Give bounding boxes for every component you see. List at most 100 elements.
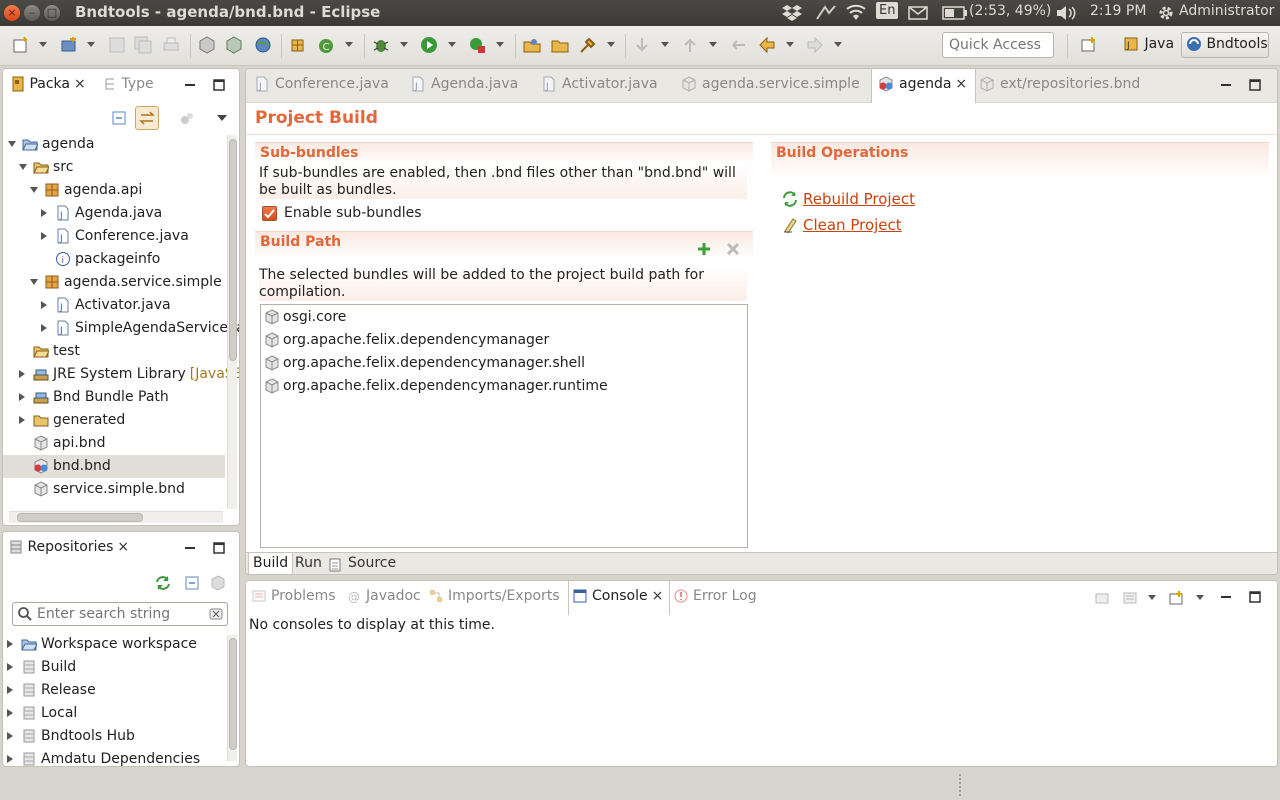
tree-item-test[interactable]: test <box>3 340 225 363</box>
new-java-class-icon[interactable]: C <box>317 36 335 54</box>
gear-icon[interactable] <box>1157 4 1175 22</box>
open-console-icon[interactable] <box>1168 590 1184 606</box>
editor-tab-agenda[interactable]: agenda × <box>871 69 977 103</box>
back-arrow-icon[interactable] <box>758 36 776 54</box>
tree-horizontal-scrollbar[interactable] <box>9 511 223 523</box>
tree-item-agenda[interactable]: agenda <box>3 133 225 156</box>
bundle-row[interactable]: org.apache.felix.dependencymanager <box>264 329 549 352</box>
expand-toggle-icon[interactable] <box>8 133 22 156</box>
save-icon[interactable] <box>108 36 126 54</box>
window-minimize-button[interactable]: – <box>24 5 40 21</box>
mail-notify-icon[interactable] <box>815 4 837 22</box>
editor-tab-conference-java[interactable]: J Conference.java <box>254 76 389 92</box>
chevron-down-icon[interactable] <box>786 42 794 47</box>
view-menu-icon[interactable] <box>216 113 228 123</box>
tab-package-explorer[interactable]: Packa × <box>11 76 86 92</box>
bundle-row[interactable]: org.apache.felix.dependencymanager.shell <box>264 352 585 375</box>
dropbox-icon[interactable] <box>782 4 802 22</box>
expand-toggle-icon[interactable] <box>41 294 55 317</box>
clean-project-link[interactable]: Clean Project <box>803 216 902 234</box>
save-all-icon[interactable] <box>134 36 152 54</box>
volume-icon[interactable] <box>1055 5 1077 21</box>
next-annotation-icon[interactable] <box>633 36 651 54</box>
expand-toggle-icon[interactable] <box>41 202 55 225</box>
repository-item[interactable]: Local <box>7 702 77 725</box>
expand-toggle-icon[interactable] <box>19 386 33 409</box>
chevron-down-icon[interactable] <box>87 42 95 47</box>
tree-item-bnd-bnd[interactable]: bnd.bnd <box>3 455 225 478</box>
minimize-icon[interactable] <box>1220 79 1232 91</box>
collapse-all-icon[interactable] <box>184 575 200 591</box>
chevron-down-icon[interactable] <box>1148 595 1156 600</box>
editor-tab-agenda-service-simple[interactable]: agenda.service.simple <box>681 76 860 92</box>
tab-console[interactable]: Console × <box>568 581 671 615</box>
expand-toggle-icon[interactable] <box>19 409 33 432</box>
collapse-all-icon[interactable] <box>111 110 127 126</box>
repository-item[interactable]: Bndtools Hub <box>7 725 135 748</box>
editor-tab-activator-java[interactable]: J Activator.java <box>541 76 658 92</box>
run-icon[interactable] <box>420 36 438 54</box>
refresh-icon[interactable] <box>154 574 172 592</box>
tree-item-simpleagendaservice-java[interactable]: J SimpleAgendaService.java <box>3 317 239 340</box>
scrollbar-thumb[interactable] <box>17 513 143 522</box>
prev-annotation-icon[interactable] <box>681 36 699 54</box>
minimize-icon[interactable] <box>184 542 196 554</box>
editor-tab-agenda-java[interactable]: J Agenda.java <box>410 76 518 92</box>
clear-search-icon[interactable] <box>209 607 223 621</box>
new-bnd-bundle-icon[interactable] <box>198 36 216 54</box>
repository-item[interactable]: Amdatu Dependencies <box>7 748 200 766</box>
keyboard-layout-indicator[interactable]: En <box>876 2 899 19</box>
tab-source[interactable]: Source <box>344 553 400 574</box>
search-icon[interactable] <box>579 36 597 54</box>
minimize-icon[interactable] <box>184 79 196 91</box>
maximize-icon[interactable] <box>213 542 225 554</box>
maximize-icon[interactable] <box>1249 79 1261 91</box>
perspective-bndtools[interactable]: Bndtools <box>1181 32 1269 58</box>
tab-run[interactable]: Run <box>291 553 326 574</box>
expand-toggle-icon[interactable] <box>7 633 21 656</box>
open-type-icon[interactable] <box>523 36 541 54</box>
close-icon[interactable]: × <box>955 76 967 92</box>
open-perspective-icon[interactable] <box>1080 36 1098 54</box>
expand-toggle-icon[interactable] <box>30 271 44 294</box>
chevron-down-icon[interactable] <box>345 42 353 47</box>
perspective-java[interactable]: J Java <box>1118 32 1178 58</box>
expand-toggle-icon[interactable] <box>30 179 44 202</box>
remove-bundle-icon[interactable] <box>726 242 740 256</box>
release-bundles-icon[interactable] <box>225 36 243 54</box>
debug-icon[interactable] <box>372 36 390 54</box>
tab-imports-exports[interactable]: Imports/Exports <box>429 588 560 604</box>
chevron-down-icon[interactable] <box>400 42 408 47</box>
tree-item-activator-java[interactable]: J Activator.java <box>3 294 225 317</box>
tab-problems[interactable]: Problems <box>252 588 336 604</box>
tree-item-conference-java[interactable]: J Conference.java <box>3 225 225 248</box>
expand-toggle-icon[interactable] <box>7 725 21 748</box>
chevron-down-icon[interactable] <box>661 42 669 47</box>
tree-item-api-bnd[interactable]: api.bnd <box>3 432 225 455</box>
wifi-icon[interactable] <box>846 4 866 22</box>
repo-vertical-scrollbar[interactable] <box>227 635 237 761</box>
add-bundle-icon[interactable] <box>697 242 711 256</box>
chevron-down-icon[interactable] <box>496 42 504 47</box>
repository-item[interactable]: Workspace workspace <box>7 633 197 656</box>
expand-toggle-icon[interactable] <box>7 748 21 766</box>
chevron-down-icon[interactable] <box>448 42 456 47</box>
close-icon[interactable]: × <box>117 539 129 555</box>
globe-icon[interactable] <box>254 36 272 54</box>
link-with-editor-icon[interactable] <box>135 106 159 130</box>
window-close-button[interactable]: × <box>4 5 20 21</box>
expand-toggle-icon[interactable] <box>7 702 21 725</box>
print-icon[interactable] <box>162 36 180 54</box>
tree-item-src[interactable]: src <box>3 156 225 179</box>
open-folder-icon[interactable] <box>551 36 569 54</box>
scrollbar-thumb[interactable] <box>229 638 237 750</box>
tab-javadoc[interactable]: @ Javadoc <box>347 588 421 604</box>
maximize-icon[interactable] <box>213 79 225 91</box>
quick-access-input[interactable] <box>942 32 1054 58</box>
tree-item-bnd-bundle-path[interactable]: Bnd Bundle Path <box>3 386 225 409</box>
tree-item-agenda-service-simple[interactable]: agenda.service.simple <box>3 271 225 294</box>
tree-item-agenda-java[interactable]: J Agenda.java <box>3 202 225 225</box>
chevron-down-icon[interactable] <box>709 42 717 47</box>
rebuild-project-link[interactable]: Rebuild Project <box>803 190 915 208</box>
enable-sub-bundles-checkbox[interactable] <box>262 206 277 221</box>
